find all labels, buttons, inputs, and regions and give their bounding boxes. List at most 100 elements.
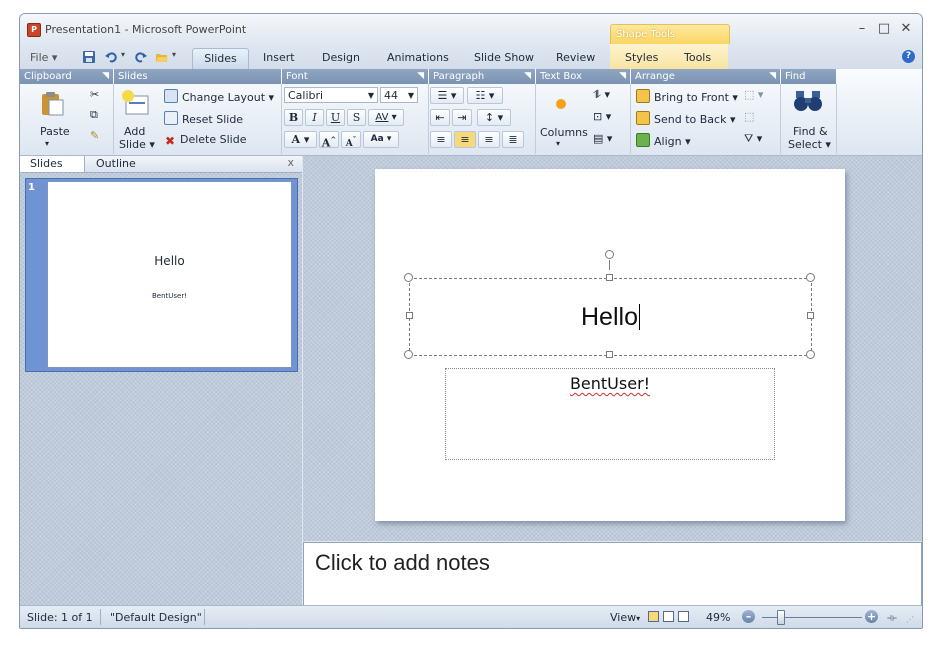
decrease-indent-icon[interactable]: ⇤ [430,109,450,126]
font-size-combo[interactable]: 44 ▼ [380,87,418,103]
resize-handle-top-left[interactable] [404,273,413,282]
slide-sorter-view-icon[interactable] [663,611,674,622]
group-objects-icon[interactable]: ⬚ ▾ [744,88,763,101]
paragraph-launcher-icon[interactable]: ◥ [524,69,531,84]
justify-icon[interactable]: ≣ [502,131,524,148]
rotate-icon[interactable]: ⛛ ▾ [744,132,762,146]
underline-button[interactable]: U [326,109,345,126]
close-pane-icon[interactable]: x [287,156,294,169]
add-slide-label-1[interactable]: Add [124,125,145,138]
copy-icon[interactable]: ⧉ [90,108,98,122]
resize-handle-bottom[interactable] [606,351,613,358]
title-placeholder[interactable]: Hello [409,278,812,356]
redo-icon[interactable] [134,50,148,64]
shadow-button[interactable]: S [347,109,366,126]
text-direction-icon[interactable]: ⥮ ▾ [593,88,610,102]
columns-button[interactable]: Columns [540,126,588,139]
resize-handle-right[interactable] [807,312,814,319]
resize-handle-top[interactable] [606,274,613,281]
open-folder-icon[interactable] [155,50,169,64]
font-name-combo[interactable]: Calibri ▼ [284,87,378,103]
save-icon[interactable] [82,50,96,64]
zoom-level[interactable]: 49% [706,611,730,624]
paste-dropdown-icon[interactable]: ▾ [45,139,49,148]
character-spacing-button[interactable]: AV ▾ [368,109,404,126]
arrange-launcher-icon[interactable]: ◥ [769,69,776,84]
quick-access-customize-icon[interactable]: ▾ [172,50,176,59]
bold-button[interactable]: B [284,109,303,126]
tab-review[interactable]: Review [556,51,595,64]
zoom-slider-thumb[interactable] [777,610,785,625]
find-select-button[interactable]: Select ▾ [788,138,831,151]
new-slide-icon[interactable] [120,88,150,118]
align-button[interactable]: Align ▾ [636,133,691,148]
paste-button[interactable]: Paste [40,125,70,138]
theme-name-status[interactable]: "Default Design" [110,611,202,624]
line-spacing-button[interactable]: ↕ ▾ [477,109,511,126]
tab-animations[interactable]: Animations [387,51,449,64]
resize-handle-bottom-right[interactable] [806,350,815,359]
slide-subtitle-text[interactable]: BentUser! [446,374,774,393]
add-slide-button[interactable]: Slide ▾ [119,138,155,151]
minimize-button[interactable]: – [854,21,870,36]
tab-design[interactable]: Design [322,51,360,64]
grow-font-button[interactable]: A^ [319,131,339,150]
shrink-font-button[interactable]: Aˇ [341,131,361,149]
regroup-icon[interactable]: ⬚ [744,110,754,123]
tab-file[interactable]: File ▾ [30,51,57,64]
bullets-button[interactable]: ☰ ▾ [430,87,464,104]
bring-to-front-button[interactable]: Bring to Front ▾ [636,89,738,104]
resize-handle-bottom-left[interactable] [404,350,413,359]
notes-placeholder[interactable]: Click to add notes [315,550,490,576]
resize-grip-icon[interactable]: ⋰ [906,615,914,624]
rotation-handle[interactable] [605,250,614,259]
send-to-back-button[interactable]: Send to Back ▾ [636,111,735,126]
slide-canvas[interactable]: Hello BentUser! [375,169,845,521]
increase-indent-icon[interactable]: ⇥ [452,109,472,126]
resize-handle-top-right[interactable] [806,273,815,282]
clipboard-launcher-icon[interactable]: ◥ [102,69,109,84]
text-box-style-icon[interactable] [556,99,566,109]
numbering-button[interactable]: ☷ ▾ [467,87,503,104]
font-launcher-icon[interactable]: ◥ [417,69,424,84]
zoom-in-icon[interactable]: + [865,610,878,623]
smartart-convert-icon[interactable]: ▤ ▾ [593,132,612,145]
close-button[interactable]: ✕ [898,21,914,36]
reset-slide-button[interactable]: Reset Slide [164,111,243,126]
delete-slide-button[interactable]: ✖ Delete Slide [164,133,247,148]
zoom-out-icon[interactable]: – [742,610,755,623]
find-select-label-1[interactable]: Find & [793,125,828,138]
align-text-icon[interactable]: ⊡ ▾ [593,110,611,123]
notes-pane[interactable]: Click to add notes [303,542,922,607]
align-center-icon[interactable]: ≡ [454,131,476,148]
format-painter-icon[interactable]: ✎ [90,129,99,142]
paste-icon[interactable] [39,91,65,117]
tab-tools[interactable]: Tools [684,51,711,64]
slide-thumbnail[interactable]: Hello BentUser! [47,181,292,368]
slide-show-view-icon[interactable] [678,611,689,622]
fit-to-window-icon[interactable]: ⟛ [887,611,897,625]
maximize-button[interactable]: □ [876,21,892,36]
change-case-button[interactable]: Aa ▾ [363,131,399,148]
tab-slides-pane[interactable]: Slides [30,157,63,170]
align-right-icon[interactable]: ≡ [478,131,500,148]
tab-outline-pane[interactable]: Outline [96,157,136,170]
align-left-icon[interactable]: ≡ [430,131,452,148]
undo-dropdown-icon[interactable]: ▾ [121,50,125,59]
tab-styles[interactable]: Styles [625,51,658,64]
undo-icon[interactable] [104,50,118,64]
slide-title-text[interactable]: Hello [410,303,811,332]
view-menu-button[interactable]: View▾ [610,611,640,624]
text-box-launcher-icon[interactable]: ◥ [619,69,626,84]
tab-insert[interactable]: Insert [263,51,295,64]
font-color-button[interactable]: A ▾ [284,131,317,148]
binoculars-icon[interactable] [793,89,823,113]
italic-button[interactable]: I [305,109,324,126]
help-icon[interactable]: ? [902,50,915,63]
columns-dropdown-icon[interactable]: ▾ [556,139,560,148]
slide-count-status[interactable]: Slide: 1 of 1 [27,611,93,624]
powerpoint-app-icon[interactable]: P [27,23,41,37]
cut-icon[interactable]: ✂ [90,88,99,101]
resize-handle-left[interactable] [406,312,413,319]
normal-view-icon[interactable] [648,611,659,622]
